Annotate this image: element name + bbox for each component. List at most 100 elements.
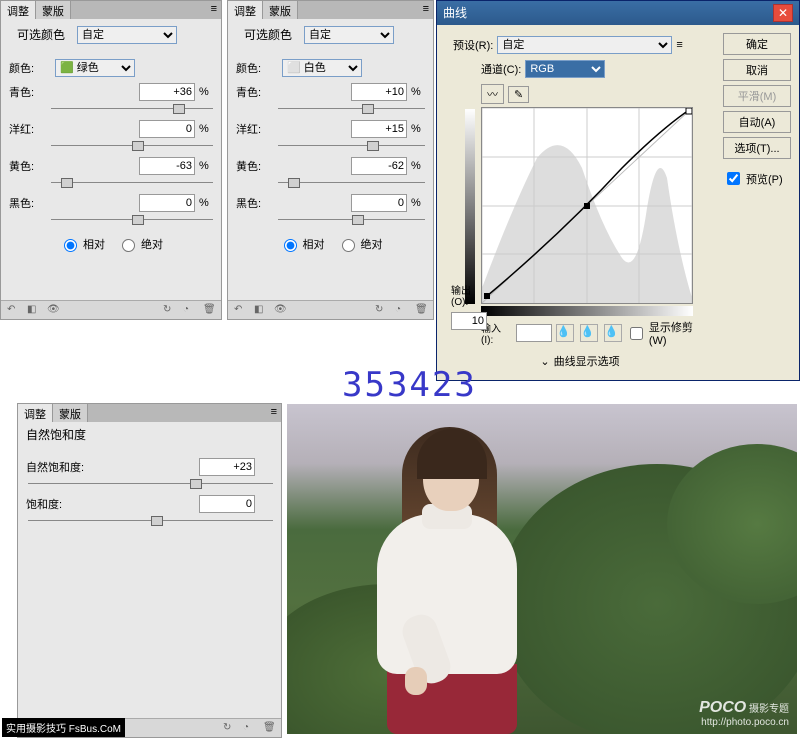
back-icon[interactable]: ↶ — [7, 304, 19, 316]
preset-select[interactable]: 自定 — [497, 36, 672, 54]
preview-checkbox[interactable]: 预览(P) — [723, 169, 791, 188]
slider-value[interactable] — [139, 194, 195, 212]
slider-track[interactable] — [278, 104, 425, 114]
panel-title: 自然饱和度 — [18, 422, 281, 447]
slider-label: 黄色: — [236, 158, 278, 174]
relative-radio[interactable]: 相对 — [59, 236, 105, 252]
trash-icon[interactable]: 🗑 — [263, 722, 275, 734]
slider-value[interactable] — [199, 458, 255, 476]
output-field[interactable] — [451, 312, 487, 330]
slider-value[interactable] — [199, 495, 255, 513]
eyedropper-white-icon[interactable]: 💧 — [604, 324, 622, 342]
panel-tabs: 调整 蒙版 ≡ — [228, 1, 433, 19]
options-button[interactable]: 选项(T)... — [723, 137, 791, 159]
reset-icon[interactable]: ↻ — [223, 722, 235, 734]
slider-value[interactable] — [139, 157, 195, 175]
slider-track[interactable] — [28, 479, 273, 489]
preset-menu-icon[interactable]: ≡ — [676, 39, 682, 51]
tab-adjustments[interactable]: 调整 — [18, 404, 53, 422]
panel-menu-icon[interactable]: ≡ — [267, 404, 281, 422]
clip-icon[interactable]: ◔ — [183, 304, 195, 316]
clip-icon[interactable]: ◔ — [243, 722, 255, 734]
slider-track[interactable] — [28, 516, 273, 526]
trash-icon[interactable]: 🗑 — [203, 304, 215, 316]
back-icon[interactable]: ↶ — [234, 304, 246, 316]
reset-icon[interactable]: ↻ — [375, 304, 387, 316]
slider-value[interactable] — [351, 194, 407, 212]
vibrance-panel: 调整 蒙版 ≡ 自然饱和度 自然饱和度:饱和度: ↶◧👁 ↻◔🗑 — [17, 403, 282, 738]
slider-value[interactable] — [351, 83, 407, 101]
percent-label: % — [199, 160, 213, 172]
slider-track[interactable] — [278, 141, 425, 151]
slider-label: 洋红: — [236, 121, 278, 137]
tab-masks[interactable]: 蒙版 — [263, 1, 298, 19]
eye-icon[interactable]: 👁 — [47, 304, 59, 316]
panel-menu-icon[interactable]: ≡ — [207, 1, 221, 19]
pencil-tool-icon[interactable]: ✎ — [508, 86, 529, 103]
chevron-down-icon[interactable]: ⌄ — [540, 355, 549, 368]
percent-label: % — [199, 123, 213, 135]
trash-icon[interactable]: 🗑 — [415, 304, 427, 316]
curve-options-label[interactable]: 曲线显示选项 — [554, 353, 620, 369]
absolute-radio[interactable]: 绝对 — [337, 236, 383, 252]
channel-select[interactable]: RGB — [525, 60, 605, 78]
percent-label: % — [411, 160, 425, 172]
layer-icon[interactable]: ◧ — [27, 304, 39, 316]
ok-button[interactable]: 确定 — [723, 33, 791, 55]
slider-value[interactable] — [139, 83, 195, 101]
cancel-button[interactable]: 取消 — [723, 59, 791, 81]
panel-footer: ↶ ◧ 👁 ↻ ◔ 🗑 — [228, 300, 433, 319]
auto-button[interactable]: 自动(A) — [723, 111, 791, 133]
panel-title: 可选颜色 — [9, 22, 73, 47]
slider-track[interactable] — [51, 141, 213, 151]
slider-label: 饱和度: — [26, 496, 98, 512]
slider-track[interactable] — [278, 215, 425, 225]
preset-select[interactable]: 自定 — [77, 26, 177, 44]
input-gradient — [481, 306, 693, 316]
eyedropper-gray-icon[interactable]: 💧 — [580, 324, 598, 342]
slider-value[interactable] — [351, 157, 407, 175]
slider-label: 黑色: — [236, 195, 278, 211]
panel-menu-icon[interactable]: ≡ — [419, 1, 433, 19]
smooth-button[interactable]: 平滑(M) — [723, 85, 791, 107]
close-icon[interactable]: ✕ — [773, 4, 793, 22]
tab-masks[interactable]: 蒙版 — [36, 1, 71, 19]
color-label: 颜色: — [9, 60, 51, 76]
color-select[interactable]: ⬜ 白色 — [282, 59, 362, 77]
slider-label: 黄色: — [9, 158, 51, 174]
layer-icon[interactable]: ◧ — [254, 304, 266, 316]
tab-adjustments[interactable]: 调整 — [228, 1, 263, 19]
percent-label: % — [411, 86, 425, 98]
slider-value[interactable] — [351, 120, 407, 138]
color-label: 颜色: — [236, 60, 278, 76]
slider-label: 自然饱和度: — [26, 459, 98, 475]
slider-track[interactable] — [51, 215, 213, 225]
watermark: POCO 摄影专题http://photo.poco.cn — [699, 699, 789, 728]
slider-track[interactable] — [51, 178, 213, 188]
slider-track[interactable] — [51, 104, 213, 114]
slider-track[interactable] — [278, 178, 425, 188]
input-field[interactable] — [516, 324, 552, 342]
eyedropper-black-icon[interactable]: 💧 — [556, 324, 574, 342]
panel-footer: ↶ ◧ 👁 ↻ ◔ 🗑 — [1, 300, 221, 319]
source-watermark: 实用摄影技巧 FsBus.CoM — [2, 718, 125, 737]
reset-icon[interactable]: ↻ — [163, 304, 175, 316]
slider-label: 洋红: — [9, 121, 51, 137]
slider-label: 青色: — [236, 84, 278, 100]
tab-adjustments[interactable]: 调整 — [1, 1, 36, 19]
slider-value[interactable] — [139, 120, 195, 138]
preset-label: 预设(R): — [453, 37, 493, 53]
selective-color-panel-white: 调整 蒙版 ≡ 可选颜色 自定 颜色: ⬜ 白色 青色:%洋红:%黄色:%黑色:… — [227, 0, 434, 320]
clip-icon[interactable]: ◔ — [395, 304, 407, 316]
preview-photo: POCO 摄影专题http://photo.poco.cn — [287, 404, 797, 734]
panel-tabs: 调整 蒙版 ≡ — [1, 1, 221, 19]
show-clipping-checkbox[interactable]: 显示修剪(W) — [626, 319, 707, 347]
relative-radio[interactable]: 相对 — [279, 236, 325, 252]
absolute-radio[interactable]: 绝对 — [117, 236, 163, 252]
preset-select[interactable]: 自定 — [304, 26, 394, 44]
color-select[interactable]: 🟩 绿色 — [55, 59, 135, 77]
curve-tool-icon[interactable]: 〰 — [481, 84, 504, 104]
tab-masks[interactable]: 蒙版 — [53, 404, 88, 422]
eye-icon[interactable]: 👁 — [274, 304, 286, 316]
curves-graph[interactable] — [481, 107, 693, 304]
